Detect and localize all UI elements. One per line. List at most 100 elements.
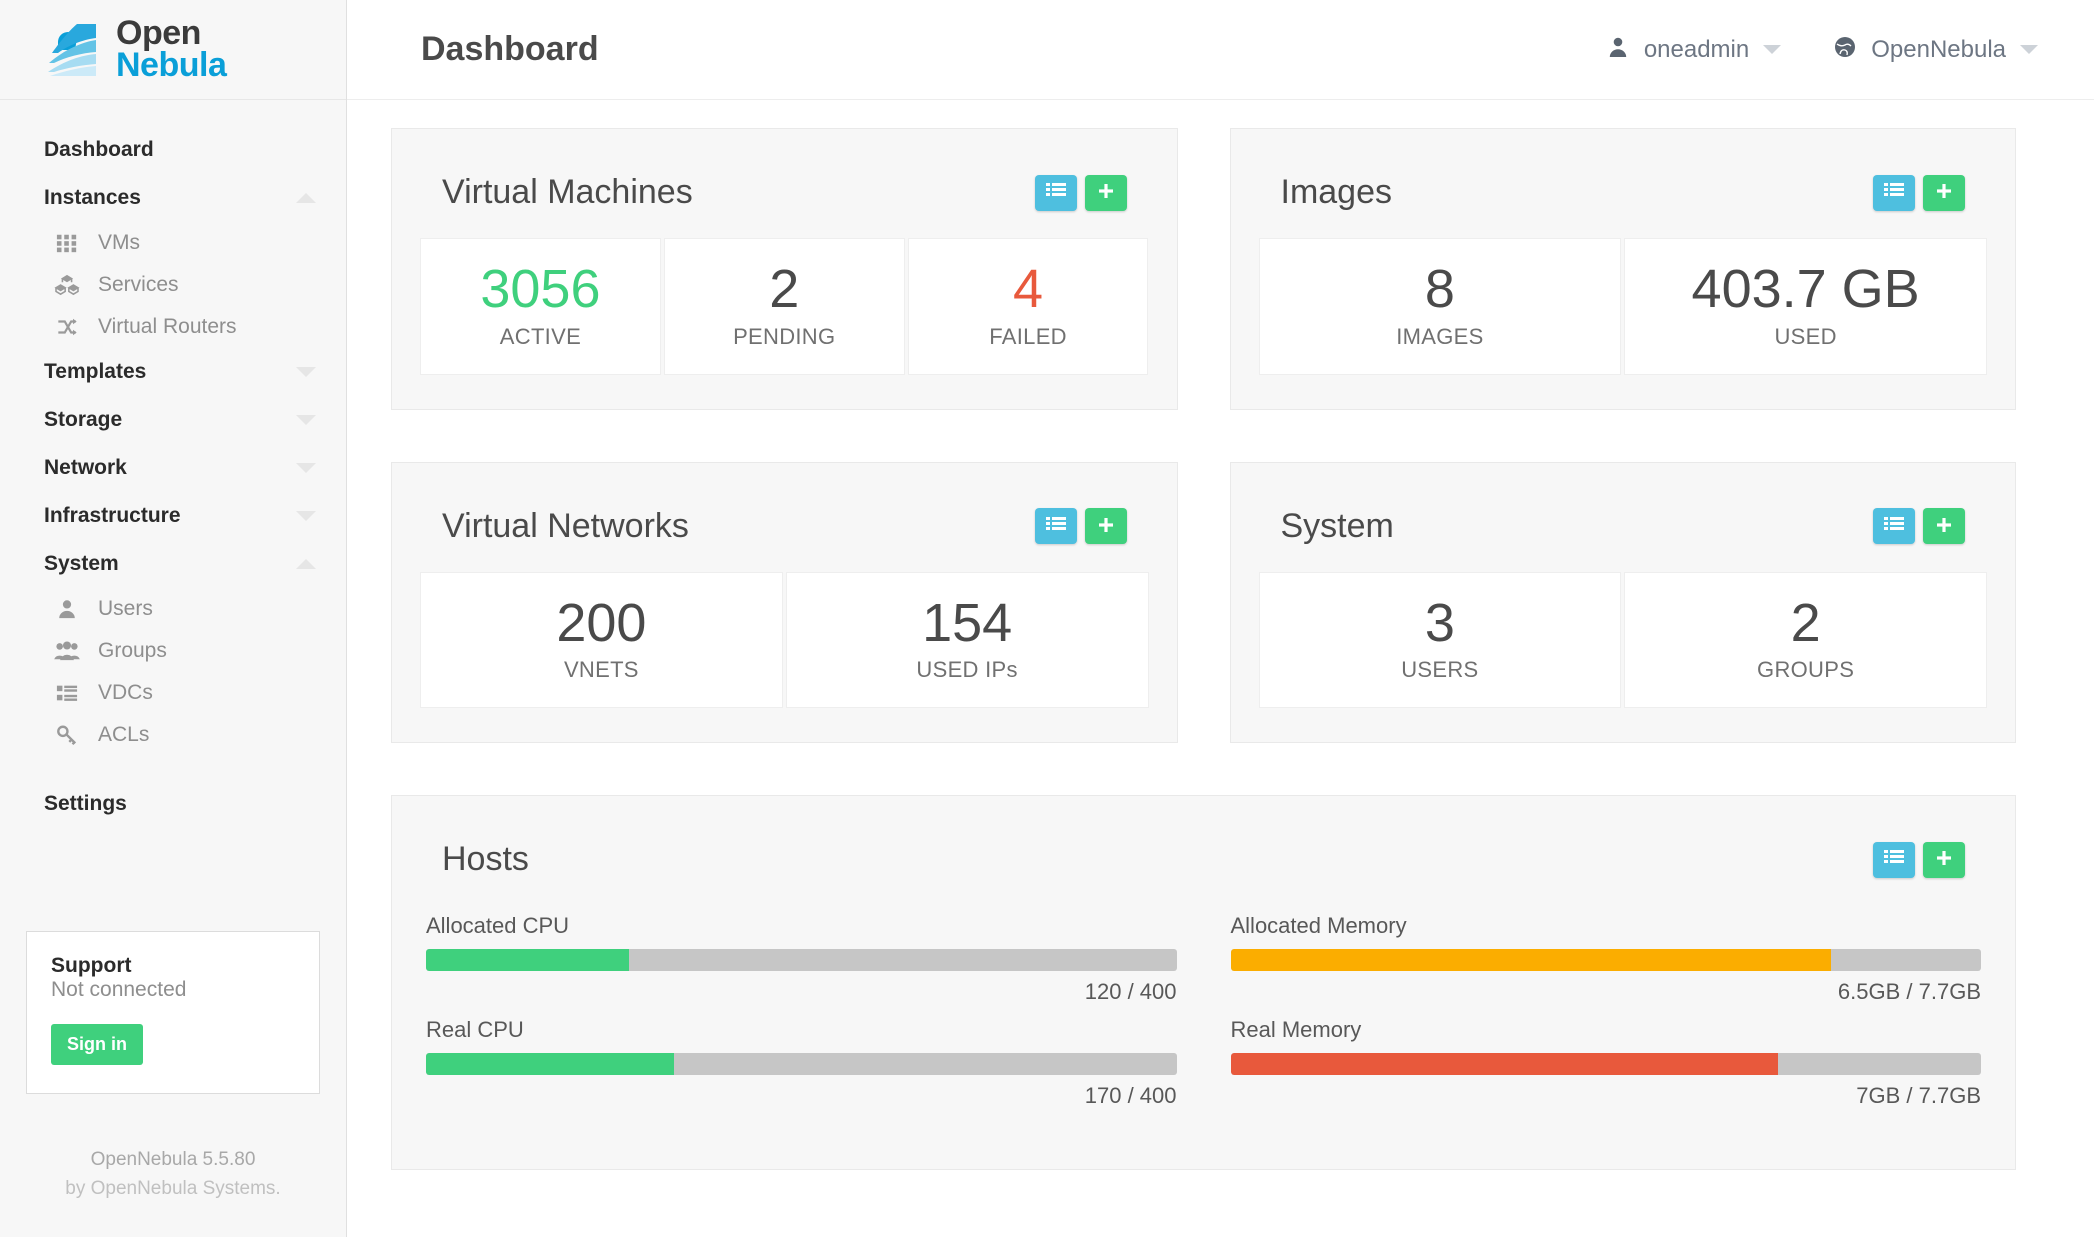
list-icon — [52, 680, 82, 706]
plus-icon — [1934, 848, 1954, 871]
sidebar-item-users[interactable]: Users — [0, 588, 346, 630]
stat-value: 3 — [1268, 595, 1613, 652]
stat-tile[interactable]: 4 FAILED — [908, 238, 1149, 375]
stat-tile[interactable]: 403.7 GB USED — [1624, 238, 1987, 375]
stat-value: 3056 — [429, 261, 652, 318]
sidebar-item-infrastructure[interactable]: Infrastructure — [0, 492, 346, 540]
zone-menu-label: OpenNebula — [1871, 36, 2006, 64]
sidebar-section-label: Dashboard — [44, 138, 154, 162]
sidebar-item-network[interactable]: Network — [0, 444, 346, 492]
vms-list-button[interactable] — [1035, 175, 1077, 211]
sidebar-item-storage[interactable]: Storage — [0, 396, 346, 444]
sidebar-section-label: Storage — [44, 408, 122, 432]
stat-label: GROUPS — [1633, 657, 1978, 683]
sidebar-item-label: Virtual Routers — [98, 315, 237, 339]
dashboard-row-1: Virtual Machines — [391, 128, 2016, 795]
sidebar-item-system[interactable]: System — [0, 540, 346, 588]
logo-text-open: Open — [116, 18, 226, 50]
card-title: Virtual Networks — [442, 507, 689, 546]
top-bar: Dashboard oneadmin — [347, 0, 2094, 100]
top-bar-right: oneadmin OpenNebula — [1606, 35, 2038, 64]
hosts-add-button[interactable] — [1923, 842, 1965, 878]
footer-by: by OpenNebula Systems. — [20, 1175, 326, 1204]
metric-value: 6.5GB / 7.7GB — [1231, 979, 1982, 1005]
sidebar-section-label: Infrastructure — [44, 504, 181, 528]
sidebar-item-instances[interactable]: Instances — [0, 174, 346, 222]
user-menu[interactable]: oneadmin — [1606, 35, 1781, 64]
stat-tile[interactable]: 2 GROUPS — [1624, 572, 1987, 709]
progress-track — [426, 949, 1177, 971]
sidebar-item-virtual-routers[interactable]: Virtual Routers — [0, 306, 346, 348]
sidebar-nav: Dashboard Instances VMs — [0, 100, 346, 905]
chevron-up-icon[interactable] — [296, 193, 316, 203]
stat-tile[interactable]: 154 USED IPs — [786, 572, 1149, 709]
hosts-list-button[interactable] — [1873, 842, 1915, 878]
stat-value: 403.7 GB — [1633, 261, 1978, 318]
progress-track — [426, 1053, 1177, 1075]
shuffle-icon — [52, 314, 82, 340]
chevron-down-icon[interactable] — [296, 463, 316, 473]
support-card: Support Not connected Sign in — [26, 931, 320, 1094]
stat-value: 200 — [429, 595, 774, 652]
images-add-button[interactable] — [1923, 175, 1965, 211]
chevron-down-icon[interactable] — [1763, 45, 1781, 54]
stat-label: ACTIVE — [429, 324, 652, 350]
chevron-down-icon[interactable] — [2020, 45, 2038, 54]
card-system: System — [1230, 462, 2017, 744]
stat-tile[interactable]: 2 PENDING — [664, 238, 905, 375]
vnets-add-button[interactable] — [1085, 508, 1127, 544]
stat-value: 2 — [1633, 595, 1978, 652]
sidebar-footer: OpenNebula 5.5.80 by OpenNebula Systems. — [0, 1094, 346, 1237]
list-icon — [1883, 848, 1905, 871]
metric-allocated-cpu: Allocated CPU 120 / 400 — [426, 913, 1177, 1005]
metric-value: 170 / 400 — [426, 1083, 1177, 1109]
images-list-button[interactable] — [1873, 175, 1915, 211]
progress-fill — [1231, 949, 1831, 971]
sidebar-item-services[interactable]: Services — [0, 264, 346, 306]
metric-real-memory: Real Memory 7GB / 7.7GB — [1231, 1017, 1982, 1109]
sidebar-item-settings[interactable]: Settings — [0, 780, 346, 828]
support-sign-in-button[interactable]: Sign in — [51, 1024, 143, 1065]
progress-fill — [426, 1053, 674, 1075]
sidebar-item-acls[interactable]: ACLs — [0, 714, 346, 756]
system-add-button[interactable] — [1923, 508, 1965, 544]
stat-label: VNETS — [429, 657, 774, 683]
chevron-down-icon[interactable] — [296, 367, 316, 377]
stat-label: FAILED — [917, 324, 1140, 350]
sidebar-item-vms[interactable]: VMs — [0, 222, 346, 264]
system-list-button[interactable] — [1873, 508, 1915, 544]
key-icon — [52, 722, 82, 748]
app-root: Open Nebula Dashboard Instances — [0, 0, 2094, 1237]
stat-tile[interactable]: 8 IMAGES — [1259, 238, 1622, 375]
grid-icon — [52, 230, 82, 256]
user-menu-label: oneadmin — [1644, 36, 1749, 64]
sidebar-item-groups[interactable]: Groups — [0, 630, 346, 672]
opennebula-cloud-logo-icon — [44, 22, 106, 78]
sidebar-item-label: Services — [98, 273, 179, 297]
card-title: Images — [1281, 173, 1393, 212]
chevron-down-icon[interactable] — [296, 511, 316, 521]
hosts-cpu-column: Allocated CPU 120 / 400 Real CPU 170 / — [426, 913, 1177, 1121]
dashboard-content: Virtual Machines — [347, 100, 2094, 1210]
sidebar-item-templates[interactable]: Templates — [0, 348, 346, 396]
zone-menu[interactable]: OpenNebula — [1833, 35, 2038, 64]
vnets-list-button[interactable] — [1035, 508, 1077, 544]
footer-version: OpenNebula 5.5.80 — [20, 1146, 326, 1175]
metric-label: Real CPU — [426, 1017, 1177, 1043]
progress-fill — [1231, 1053, 1779, 1075]
stat-tile[interactable]: 200 VNETS — [420, 572, 783, 709]
main-area: Dashboard oneadmin — [347, 0, 2094, 1237]
stat-label: USED IPs — [795, 657, 1140, 683]
sidebar-item-dashboard[interactable]: Dashboard — [0, 126, 346, 174]
stat-tile[interactable]: 3 USERS — [1259, 572, 1622, 709]
list-icon — [1045, 515, 1067, 538]
chevron-down-icon[interactable] — [296, 415, 316, 425]
stat-tile[interactable]: 3056 ACTIVE — [420, 238, 661, 375]
logo[interactable]: Open Nebula — [0, 0, 346, 100]
list-icon — [1883, 515, 1905, 538]
sidebar-item-vdcs[interactable]: VDCs — [0, 672, 346, 714]
support-title: Support — [51, 954, 295, 978]
card-title: Hosts — [442, 840, 529, 879]
vms-add-button[interactable] — [1085, 175, 1127, 211]
chevron-up-icon[interactable] — [296, 559, 316, 569]
